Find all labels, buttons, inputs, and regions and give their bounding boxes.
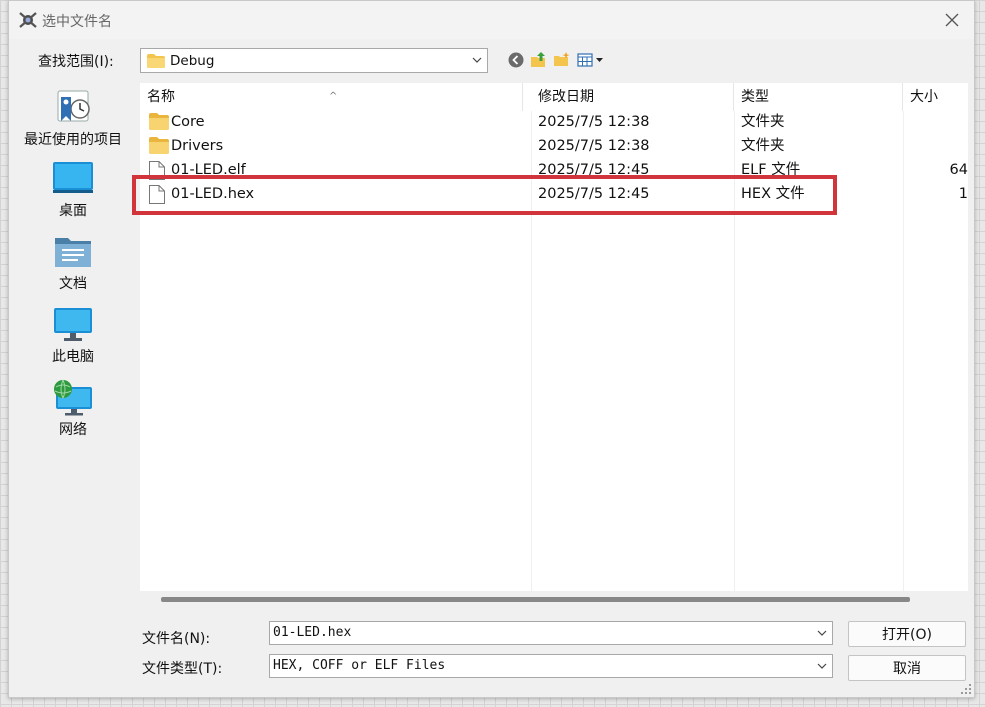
place-desktop[interactable]: 桌面	[11, 160, 135, 220]
scrollbar-thumb[interactable]	[161, 597, 910, 602]
file-name: Core	[171, 114, 205, 130]
place-recent[interactable]: 最近使用的项目	[11, 87, 135, 149]
look-in-label: 查找范围(I):	[38, 54, 114, 70]
view-grid-icon	[577, 53, 603, 67]
file-size: 64	[949, 162, 968, 178]
file-type: ELF 文件	[741, 162, 801, 178]
place-documents[interactable]: 文档	[11, 233, 135, 293]
network-icon	[54, 379, 92, 416]
file-date: 2025/7/5 12:45	[538, 162, 650, 178]
filetype-label: 文件类型(T):	[142, 661, 223, 677]
column-header-type[interactable]: 类型	[734, 83, 903, 111]
place-label: 最近使用的项目	[24, 132, 122, 148]
chevron-down-icon	[817, 663, 827, 669]
chevron-down-icon	[472, 57, 482, 63]
file-type: 文件夹	[741, 114, 785, 130]
places-bar: 最近使用的项目 桌面 文档 此电脑 网络	[11, 83, 135, 690]
recent-places-icon	[57, 90, 90, 122]
file-type: 文件夹	[741, 138, 785, 154]
look-in-dropdown[interactable]: Debug	[140, 48, 488, 73]
new-folder-icon	[554, 52, 570, 66]
file-icon	[149, 161, 165, 180]
file-name: 01-LED.elf	[171, 162, 246, 178]
cancel-button[interactable]: 取消	[848, 655, 966, 681]
file-date: 2025/7/5 12:38	[538, 114, 650, 130]
file-row-hex[interactable]: 01-LED.hex 2025/7/5 12:45 HEX 文件 1	[140, 182, 968, 206]
desktop-icon	[53, 162, 93, 193]
new-folder-button[interactable]	[552, 50, 572, 70]
close-icon	[945, 13, 959, 27]
file-row-drivers[interactable]: Drivers 2025/7/5 12:38 文件夹	[140, 134, 968, 158]
filetype-dropdown[interactable]: HEX, COFF or ELF Files	[269, 654, 833, 678]
window-title: 选中文件名	[42, 14, 112, 30]
column-header-size[interactable]: 大小	[903, 83, 968, 111]
resize-grip-icon[interactable]	[960, 683, 972, 695]
file-list: 名称 ^ 修改日期 类型 大小 Core 2025/7/5 12:38 文件夹	[140, 83, 968, 591]
folder-icon	[149, 137, 169, 154]
this-pc-icon	[54, 308, 92, 341]
documents-icon	[55, 238, 91, 267]
view-menu-button[interactable]	[576, 50, 606, 70]
place-label: 文档	[59, 276, 87, 292]
sort-up-icon: ^	[329, 91, 338, 102]
place-this-pc[interactable]: 此电脑	[11, 306, 135, 366]
back-arrow-icon	[508, 52, 524, 68]
file-row-core[interactable]: Core 2025/7/5 12:38 文件夹	[140, 110, 968, 134]
open-button[interactable]: 打开(O)	[848, 621, 966, 647]
up-folder-button[interactable]	[529, 50, 549, 70]
file-name: Drivers	[171, 138, 224, 154]
chevron-down-icon	[817, 630, 827, 636]
column-header-date[interactable]: 修改日期	[531, 83, 734, 111]
file-date: 2025/7/5 12:45	[538, 186, 650, 202]
up-folder-icon	[531, 52, 545, 67]
place-network[interactable]: 网络	[11, 379, 135, 439]
column-header-name[interactable]: 名称 ^	[140, 83, 523, 111]
file-open-dialog: 选中文件名 查找范围(I): Debug 最近使用的项目 桌面 文档 此电脑 网…	[8, 0, 975, 698]
look-in-value: Debug	[170, 53, 215, 69]
file-date: 2025/7/5 12:38	[538, 138, 650, 154]
file-size: 1	[958, 186, 968, 202]
back-button[interactable]	[506, 50, 526, 70]
column-size-label: 大小	[910, 89, 938, 105]
title-bar: 选中文件名	[9, 1, 974, 39]
place-label: 此电脑	[52, 349, 94, 365]
folder-icon	[147, 54, 165, 68]
file-type: HEX 文件	[741, 186, 805, 202]
column-type-label: 类型	[741, 89, 769, 105]
file-name: 01-LED.hex	[171, 186, 255, 202]
folder-icon	[149, 113, 169, 130]
app-logo-icon	[19, 12, 37, 28]
close-button[interactable]	[936, 5, 968, 35]
column-name-label: 名称	[147, 89, 175, 105]
column-date-label: 修改日期	[538, 89, 594, 105]
horizontal-scrollbar[interactable]	[140, 591, 968, 608]
file-row-elf[interactable]: 01-LED.elf 2025/7/5 12:45 ELF 文件 64	[140, 158, 968, 182]
filename-label: 文件名(N):	[142, 631, 211, 647]
place-label: 桌面	[59, 203, 87, 219]
filename-value: 01-LED.hex	[273, 625, 352, 640]
filename-input[interactable]: 01-LED.hex	[269, 621, 833, 645]
file-icon	[149, 185, 165, 204]
filetype-value: HEX, COFF or ELF Files	[273, 658, 446, 673]
place-label: 网络	[59, 422, 87, 438]
